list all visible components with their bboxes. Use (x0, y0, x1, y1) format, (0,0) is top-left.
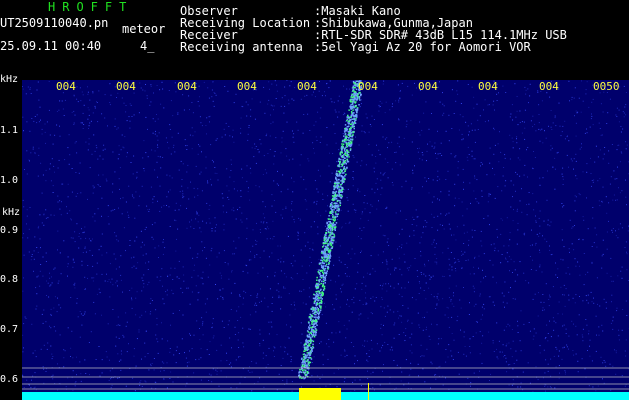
y-tick-label: 1.1 (0, 125, 19, 136)
noise-field (22, 80, 629, 400)
x-tick-label: 004 (478, 80, 498, 93)
y-tick-label: 0.7 (0, 324, 19, 335)
y-tick-label: 0.6 (0, 374, 19, 385)
y-axis-unit-label: kHz (0, 74, 19, 85)
y-tick-label: 1.0 (0, 175, 19, 186)
x-tick-label: 004 (177, 80, 197, 93)
x-tick-label: 004 (116, 80, 136, 93)
file-tag: meteor (122, 22, 166, 36)
x-tick-label: 004 (418, 80, 438, 93)
meteor-trace (298, 80, 364, 380)
hrofft-window: { "app": { "title": "HROFFT" }, "file": … (0, 0, 629, 400)
y-axis-unit-label-side: kHz (2, 207, 21, 218)
x-tick-label: 004 (56, 80, 76, 93)
y-tick-label: 0.9 (0, 225, 19, 236)
file-datetime: 25.09.11 00:40 (0, 39, 102, 53)
signal-spike (368, 383, 369, 400)
spectrogram-canvas (22, 80, 629, 400)
spectrogram (22, 80, 629, 400)
antenna-value: :5el Yagi Az 20 for Aomori VOR (314, 40, 531, 54)
x-tick-label: 004 (539, 80, 559, 93)
x-tick-label: 0050 (593, 80, 620, 93)
signal-burst (299, 388, 341, 400)
x-tick-label: 004 (297, 80, 317, 93)
x-tick-label: 004 (237, 80, 257, 93)
file-name: UT2509110040.pn (0, 16, 109, 30)
y-tick-label: 0.8 (0, 274, 19, 285)
app-title: HROFFT (48, 0, 134, 14)
x-tick-label: 004 (358, 80, 378, 93)
antenna-label: Receiving antenna (180, 40, 303, 54)
event-count: 4_ (140, 39, 155, 53)
